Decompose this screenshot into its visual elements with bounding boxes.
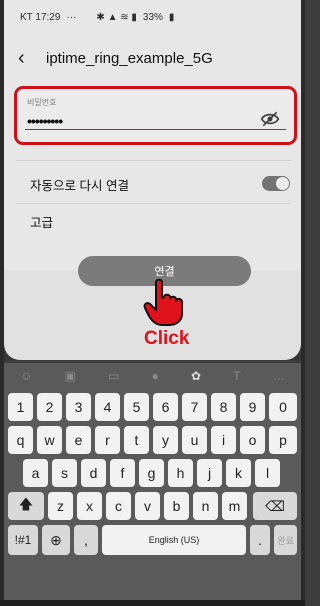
more-icon[interactable]: … <box>273 369 285 383</box>
key-d[interactable]: d <box>81 459 106 487</box>
status-bar: KT 17:29 ··· ✱ ▲ ≋ ▮ 33% ▮ <box>20 8 290 26</box>
key-9[interactable]: 9 <box>240 393 265 421</box>
backspace-icon: ⌫ <box>265 497 285 514</box>
key-t[interactable]: t <box>124 426 149 454</box>
password-field[interactable]: 비밀번호 ••••••••• <box>14 86 297 145</box>
gear-icon[interactable]: ✿ <box>191 369 201 383</box>
battery-icon: ▮ <box>168 11 175 23</box>
key-k[interactable]: k <box>226 459 251 487</box>
key-7[interactable]: 7 <box>182 393 207 421</box>
key-e[interactable]: e <box>66 426 91 454</box>
eye-hidden-icon[interactable] <box>260 111 280 127</box>
back-icon[interactable]: ‹ <box>18 48 40 68</box>
key-h[interactable]: h <box>168 459 193 487</box>
page-title: iptime_ring_example_5G <box>46 49 213 67</box>
key-n[interactable]: n <box>193 492 218 520</box>
key-w[interactable]: w <box>37 426 62 454</box>
period-key[interactable]: . <box>250 525 270 555</box>
password-underline <box>25 129 286 130</box>
keyboard-toolbar: ☺ ▣ ▭ ● ✿ T … <box>4 363 301 389</box>
pointing-hand-icon <box>143 278 183 326</box>
key-1[interactable]: 1 <box>8 393 33 421</box>
advanced-label: 고급 <box>30 215 54 230</box>
key-0[interactable]: 0 <box>269 393 297 421</box>
key-f[interactable]: f <box>110 459 135 487</box>
divider <box>16 203 291 204</box>
globe-key[interactable]: ⊕ <box>42 525 70 555</box>
keyboard: ☺ ▣ ▭ ● ✿ T … 1 2 3 4 5 6 7 8 9 0 q w e … <box>4 363 301 600</box>
battery-text: 33% <box>142 11 163 23</box>
status-dots: ··· <box>66 11 77 23</box>
backspace-key[interactable]: ⌫ <box>253 492 297 520</box>
mic-icon[interactable]: ● <box>152 369 159 383</box>
sticker-icon[interactable]: ▣ <box>65 369 76 383</box>
comma-key[interactable]: , <box>74 525 98 555</box>
key-y[interactable]: y <box>153 426 178 454</box>
auto-reconnect-row[interactable]: 자동으로 다시 연결 <box>30 170 292 198</box>
key-5[interactable]: 5 <box>124 393 149 421</box>
space-key[interactable]: English (US) <box>102 525 246 555</box>
done-key[interactable]: 완료 <box>274 525 297 555</box>
key-i[interactable]: i <box>211 426 236 454</box>
key-j[interactable]: j <box>197 459 222 487</box>
key-l[interactable]: l <box>255 459 280 487</box>
password-label: 비밀번호 <box>27 98 57 107</box>
key-o[interactable]: o <box>240 426 265 454</box>
advanced-row[interactable]: 고급 <box>30 207 292 235</box>
key-m[interactable]: m <box>222 492 247 520</box>
key-4[interactable]: 4 <box>95 393 120 421</box>
key-r[interactable]: r <box>95 426 120 454</box>
gif-icon[interactable]: ▭ <box>108 369 119 383</box>
translate-icon[interactable]: T <box>233 369 240 383</box>
key-q[interactable]: q <box>8 426 33 454</box>
header: ‹ iptime_ring_example_5G <box>18 44 288 72</box>
bezel-right <box>301 0 305 606</box>
key-c[interactable]: c <box>106 492 131 520</box>
key-a[interactable]: a <box>23 459 48 487</box>
emoji-icon[interactable]: ☺ <box>20 369 32 383</box>
shift-icon: 🡅 <box>18 496 34 512</box>
key-6[interactable]: 6 <box>153 393 178 421</box>
click-label: Click <box>144 328 190 349</box>
auto-reconnect-toggle[interactable] <box>262 176 290 191</box>
key-x[interactable]: x <box>77 492 102 520</box>
signal-icon: ✱ ▲ ≋ ▮ <box>96 11 137 23</box>
divider <box>16 160 291 161</box>
key-z[interactable]: z <box>48 492 73 520</box>
password-input[interactable]: ••••••••• <box>27 113 63 129</box>
bezel-left <box>0 0 4 606</box>
key-u[interactable]: u <box>182 426 207 454</box>
key-3[interactable]: 3 <box>66 393 91 421</box>
phone-screen: KT 17:29 ··· ✱ ▲ ≋ ▮ 33% ▮ ‹ iptime_ring… <box>0 0 305 606</box>
key-p[interactable]: p <box>269 426 297 454</box>
shift-key[interactable]: 🡅 <box>8 492 44 520</box>
status-time: KT 17:29 <box>20 11 61 23</box>
globe-icon: ⊕ <box>50 531 62 548</box>
key-g[interactable]: g <box>139 459 164 487</box>
key-b[interactable]: b <box>164 492 189 520</box>
key-2[interactable]: 2 <box>37 393 62 421</box>
symbols-key[interactable]: !#1 <box>8 525 38 555</box>
key-s[interactable]: s <box>52 459 77 487</box>
auto-reconnect-label: 자동으로 다시 연결 <box>30 178 129 193</box>
key-v[interactable]: v <box>135 492 160 520</box>
key-8[interactable]: 8 <box>211 393 236 421</box>
bezel-bottom <box>0 600 305 606</box>
